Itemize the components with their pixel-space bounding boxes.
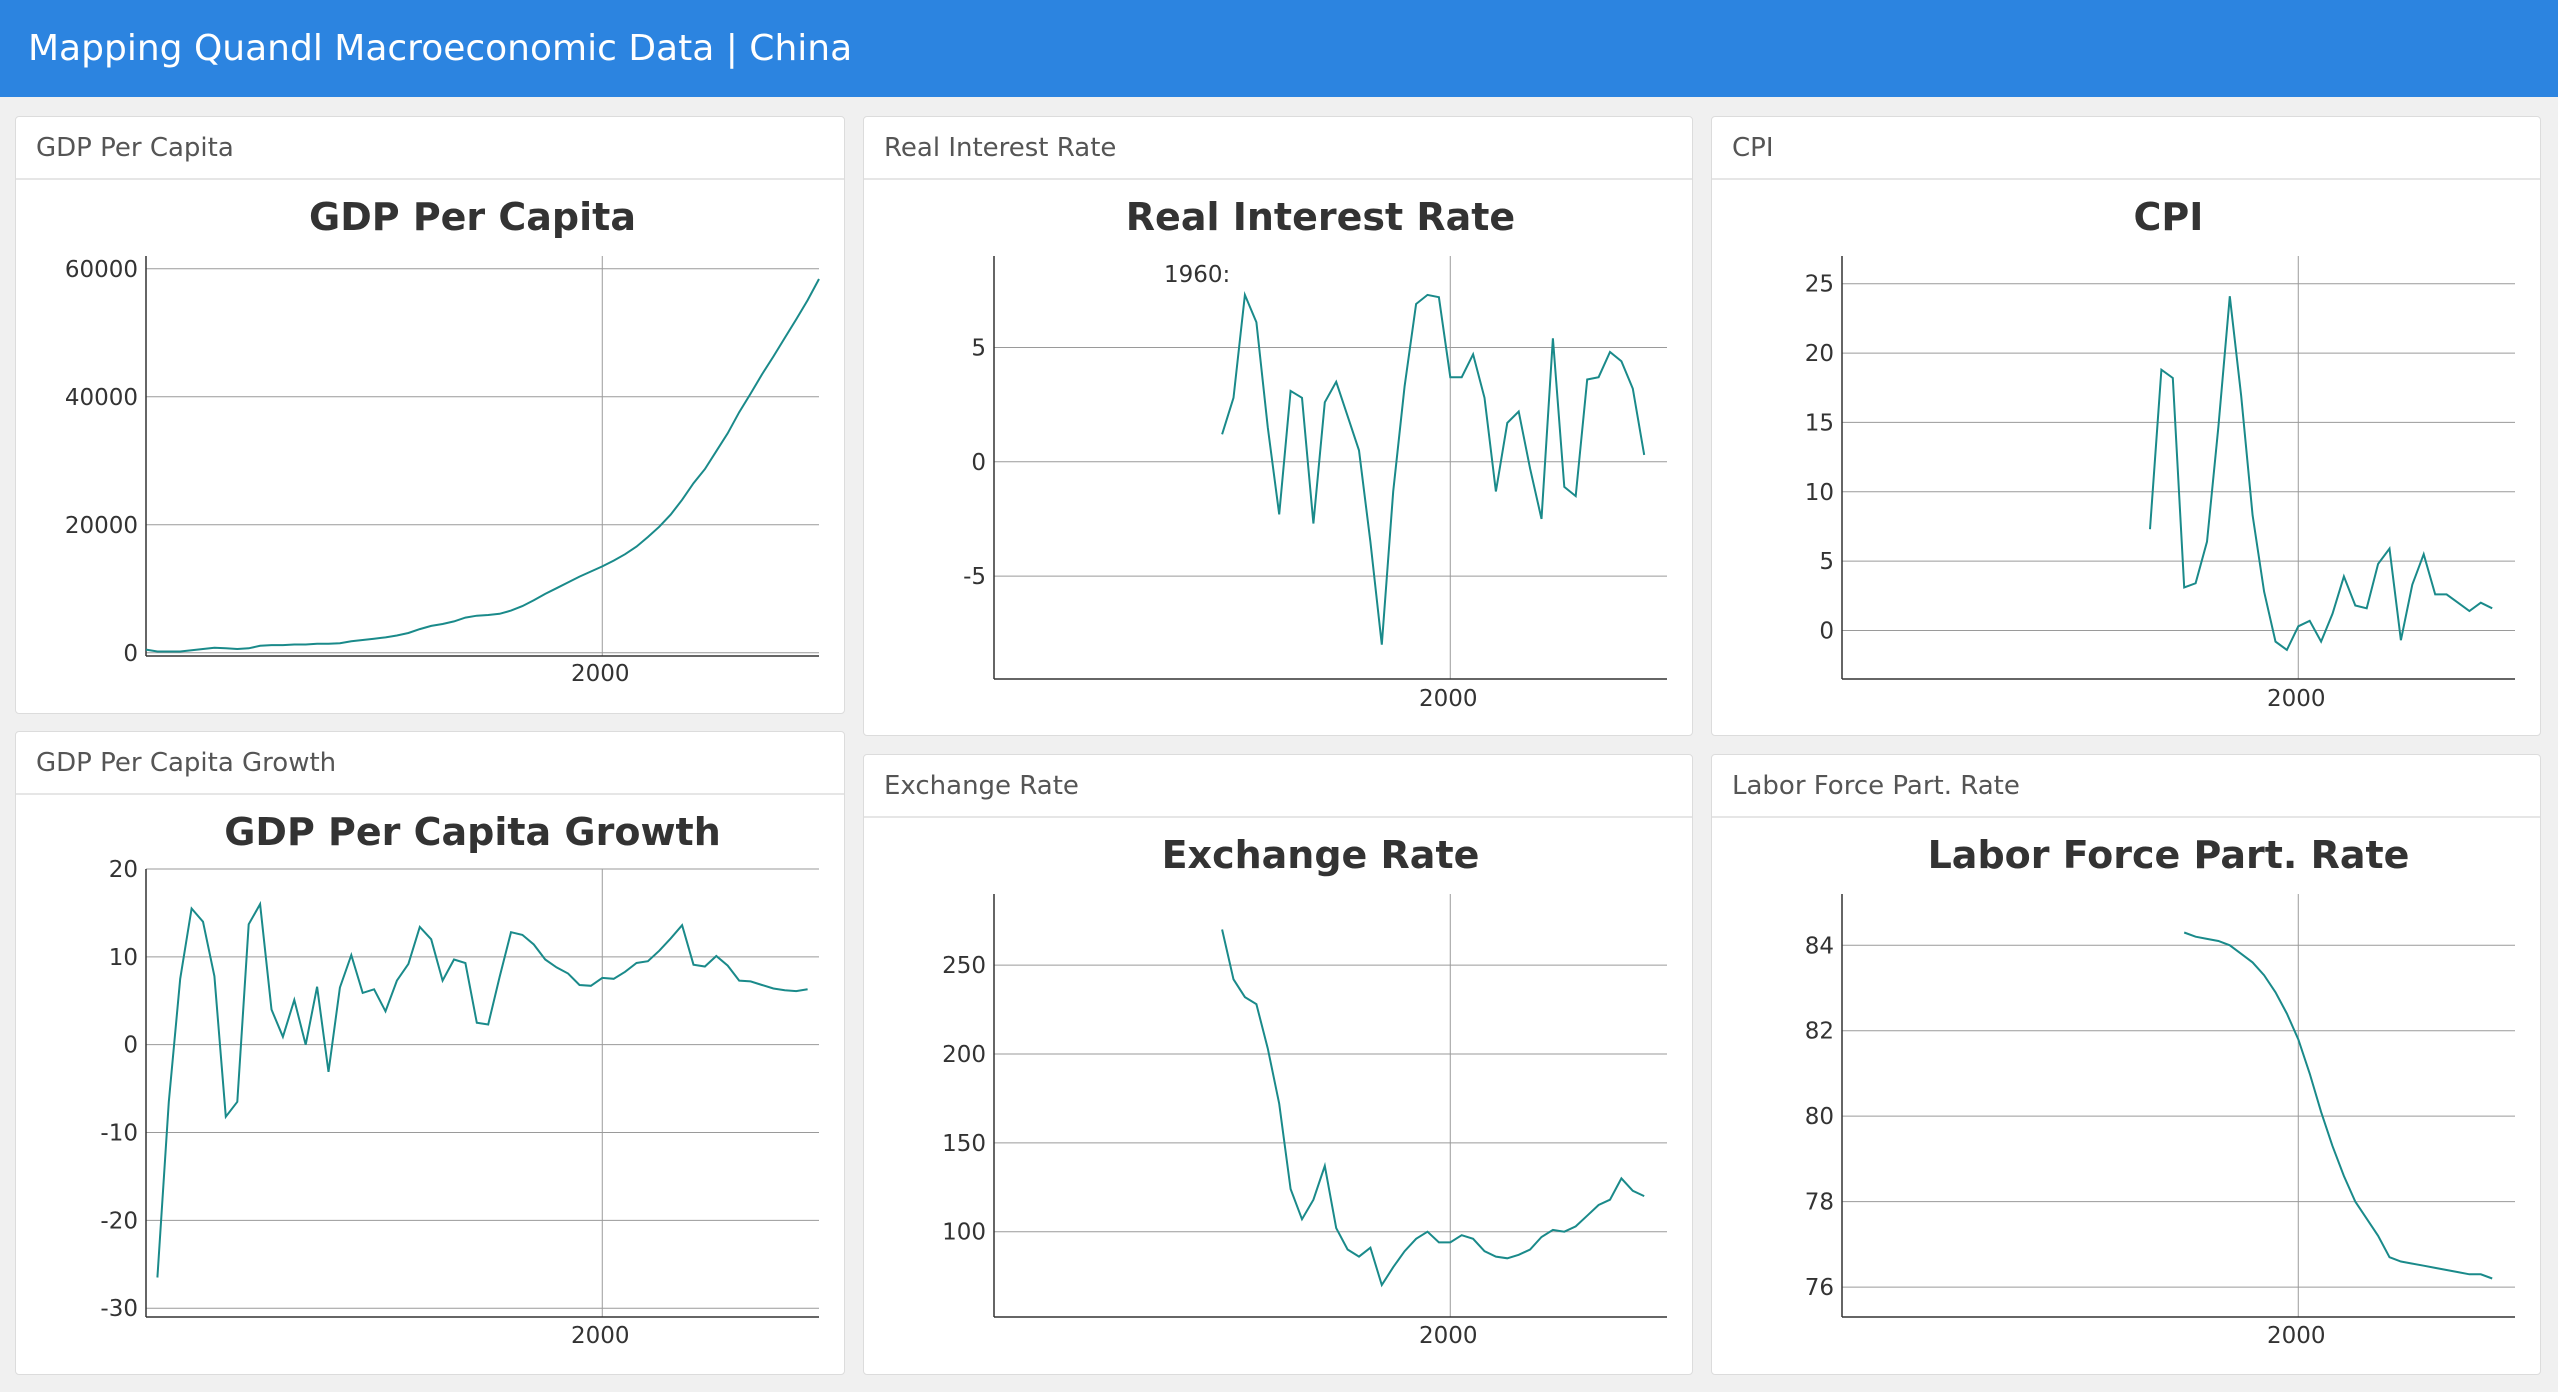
x-tick-label: 2000: [2267, 686, 2326, 712]
series-line: [2183, 931, 2493, 1280]
chart-real-interest-rate: Real Interest Rate -5 0 5 2000 1960:: [963, 195, 1667, 712]
y-tick-label: 20: [1805, 341, 1834, 367]
x-tick-label: 2000: [571, 661, 630, 687]
series-line: [2149, 296, 2493, 652]
chart-exchange-rate: Exchange Rate 100 150 200 250 2000: [942, 833, 1667, 1349]
panel-labor-force-part-rate: Labor Force Part. Rate Labor Force Part. …: [1711, 754, 2541, 1375]
y-tick-label: 40000: [65, 385, 138, 411]
x-tick-label: 2000: [571, 1323, 630, 1349]
chart-gdp-per-capita-growth: GDP Per Capita Growth -30 -20 -10 0 10 20 2000: [100, 810, 819, 1349]
y-tick-label: 80: [1805, 1104, 1834, 1130]
x-tick-label: 2000: [1419, 1323, 1478, 1349]
y-tick-label: 10: [109, 945, 138, 971]
y-tick-label: 0: [971, 450, 986, 476]
panel-cpi: CPI CPI 0 5 10 15 20 25 2000: [1711, 116, 2541, 736]
panel-gdp-per-capita-growth: GDP Per Capita Growth GDP Per Capita Grow…: [15, 731, 845, 1375]
y-tick-label: 15: [1805, 410, 1834, 436]
y-tick-label: -10: [100, 1121, 138, 1147]
panel-gdp-per-capita: GDP Per Capita GDP Per Capita 0 20000 40000 6…: [15, 116, 845, 714]
panel-header-real-interest-rate: Real Interest Rate: [864, 117, 1692, 180]
app-title: Mapping Quandl Macroeconomic Data | Chin…: [28, 28, 853, 69]
panel-header-labor-force-part-rate: Labor Force Part. Rate: [1712, 755, 2540, 818]
y-tick-label: 82: [1805, 1019, 1834, 1045]
panel-header-gdp-per-capita-growth: GDP Per Capita Growth: [16, 732, 844, 795]
series-line: [156, 900, 808, 1278]
panel-header-exchange-rate: Exchange Rate: [864, 755, 1692, 818]
series-line: [145, 278, 820, 653]
chart-gdp-per-capita: GDP Per Capita 0 20000 40000 60000 2000: [65, 195, 820, 687]
y-tick-label: 0: [123, 641, 138, 667]
y-tick-label: 84: [1805, 933, 1834, 959]
chart-annotation: 1960:: [1164, 262, 1230, 288]
chart-title: GDP Per Capita Growth: [224, 810, 721, 854]
x-tick-label: 2000: [2267, 1323, 2326, 1349]
chart-title: Real Interest Rate: [1126, 195, 1515, 239]
y-tick-label: 0: [1819, 618, 1834, 644]
y-tick-label: 100: [942, 1220, 986, 1246]
y-tick-label: -20: [100, 1208, 138, 1234]
y-tick-label: 60000: [65, 257, 138, 283]
panel-header-cpi: CPI: [1712, 117, 2540, 180]
y-tick-label: -5: [963, 564, 986, 590]
panel-real-interest-rate: Real Interest Rate Real Interest Rate -5 0 5…: [863, 116, 1693, 736]
x-tick-label: 2000: [1419, 686, 1478, 712]
chart-title: GDP Per Capita: [309, 195, 636, 239]
chart-labor-force-part-rate: Labor Force Part. Rate 76 78 80 82 84 2000: [1805, 833, 2515, 1349]
y-tick-label: 20: [109, 857, 138, 883]
y-tick-label: 5: [1819, 549, 1834, 575]
y-tick-label: 250: [942, 953, 986, 979]
chart-title: Exchange Rate: [1162, 833, 1480, 877]
top-bar: Mapping Quandl Macroeconomic Data | Chin…: [0, 0, 2558, 97]
y-tick-label: -30: [100, 1296, 138, 1322]
chart-cpi: CPI 0 5 10 15 20 25 2000: [1805, 195, 2515, 712]
y-tick-label: 5: [971, 335, 986, 361]
y-tick-label: 0: [123, 1033, 138, 1059]
chart-title: Labor Force Part. Rate: [1928, 833, 2410, 877]
y-tick-label: 200: [942, 1042, 986, 1068]
y-tick-label: 150: [942, 1131, 986, 1157]
panel-exchange-rate: Exchange Rate Exchange Rate 100 150 200 250 20…: [863, 754, 1693, 1375]
y-tick-label: 20000: [65, 513, 138, 539]
panel-header-gdp-per-capita: GDP Per Capita: [16, 117, 844, 180]
chart-title: CPI: [2134, 195, 2204, 239]
y-tick-label: 25: [1805, 272, 1834, 298]
y-tick-label: 78: [1805, 1190, 1834, 1216]
y-tick-label: 76: [1805, 1275, 1834, 1301]
y-tick-label: 10: [1805, 480, 1834, 506]
